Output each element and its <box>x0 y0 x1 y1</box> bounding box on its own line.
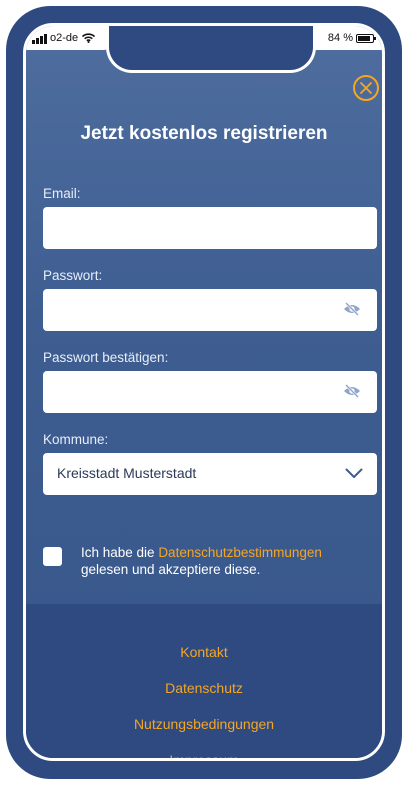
consent-prefix: Ich habe die <box>81 545 159 560</box>
eye-slash-icon[interactable] <box>343 384 361 398</box>
municipality-label: Kommune: <box>43 432 109 447</box>
email-field[interactable] <box>43 207 377 249</box>
footer-link-terms[interactable]: Nutzungsbedingungen <box>26 716 382 732</box>
municipality-selected-value: Kreisstadt Musterstadt <box>57 465 197 481</box>
battery-icon <box>356 33 376 43</box>
footer-link-privacy[interactable]: Datenschutz <box>26 680 382 696</box>
footer-link-contact[interactable]: Kontakt <box>26 644 382 660</box>
close-icon <box>360 82 372 94</box>
battery-level <box>358 35 370 41</box>
password-field[interactable] <box>43 289 377 331</box>
wifi-icon <box>82 33 96 43</box>
consent-checkbox[interactable] <box>43 547 62 566</box>
status-bar-right: 84 % <box>310 26 382 50</box>
eye-slash-icon[interactable] <box>343 302 361 316</box>
municipality-select[interactable]: Kreisstadt Musterstadt <box>43 453 377 495</box>
chevron-down-icon <box>345 468 363 478</box>
close-button[interactable] <box>353 75 379 101</box>
battery-percentage: 84 % <box>327 32 353 44</box>
phone-notch <box>106 26 316 73</box>
app-screen: o2-de 84 % Jetzt kostenlos registrieren … <box>23 23 385 761</box>
privacy-policy-link[interactable]: Datenschutzbestimmungen <box>158 545 322 560</box>
carrier-name: o2-de <box>50 32 79 44</box>
email-label: Email: <box>43 186 81 201</box>
page-title: Jetzt kostenlos registrieren <box>80 123 328 144</box>
signal-icon <box>32 33 47 44</box>
status-bar-left: o2-de <box>26 26 108 50</box>
password-label: Passwort: <box>43 268 103 283</box>
consent-text: Ich habe die Datenschutzbestimmungen gel… <box>81 544 381 578</box>
password-confirm-label: Passwort bestätigen: <box>43 350 169 365</box>
footer-link-imprint[interactable]: Impressum <box>26 752 382 758</box>
consent-suffix: gelesen und akzeptiere diese. <box>81 562 261 577</box>
phone-frame: o2-de 84 % Jetzt kostenlos registrieren … <box>6 6 402 779</box>
password-confirm-field[interactable] <box>43 371 377 413</box>
footer: Kontakt Datenschutz Nutzungsbedingungen … <box>26 604 382 758</box>
